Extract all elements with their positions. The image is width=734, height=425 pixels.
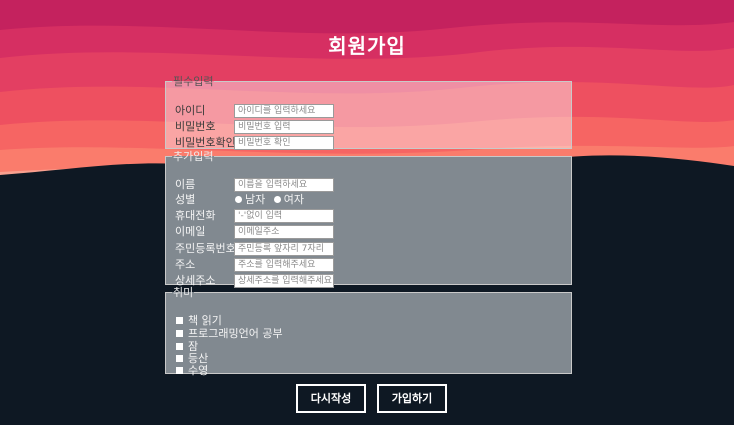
ssn-label: 주민등록번호 [175, 242, 236, 255]
gender-female-label[interactable]: 여자 [284, 193, 304, 206]
name-label: 이름 [175, 178, 196, 191]
submit-button[interactable]: 가입하기 [377, 384, 447, 413]
hobby-label: 프로그래밍언어 공부 [188, 327, 283, 340]
hobby-item-programming[interactable]: 프로그래밍언어 공부 [176, 327, 283, 340]
ssn-input[interactable]: 주민등록 앞자리 7자리 [234, 242, 334, 256]
password-label: 비밀번호 [175, 120, 216, 133]
user-id-input[interactable]: 아이디를 입력하세요 [234, 104, 334, 118]
signup-page: 회원가입 필수입력 아이디 아이디를 입력하세요 비밀번호 비밀번호 입력 비밀… [0, 0, 734, 425]
name-input[interactable]: 이름을 입력하세요 [234, 178, 334, 192]
hobby-item-reading[interactable]: 책 읽기 [176, 314, 222, 327]
address-detail-input[interactable]: 상세주소를 입력해주세요 [234, 274, 334, 288]
user-id-label: 아이디 [175, 104, 206, 117]
password-confirm-label: 비밀번호확인 [175, 136, 236, 149]
phone-label: 휴대전화 [175, 209, 216, 222]
email-label: 이메일 [175, 225, 206, 238]
hobby-item-swimming[interactable]: 수영 [176, 364, 208, 377]
extra-info-legend: 추가입력 [173, 150, 214, 163]
gender-female-radio[interactable] [273, 196, 281, 203]
gender-radio-group: 남자 여자 [234, 193, 308, 207]
gender-male-label[interactable]: 남자 [245, 193, 265, 206]
address-input[interactable]: 주소를 입력해주세요 [234, 258, 334, 272]
reset-button[interactable]: 다시작성 [296, 384, 366, 413]
hobby-label: 수영 [188, 364, 209, 377]
gender-label: 성별 [175, 193, 196, 206]
hobby-legend: 취미 [173, 286, 194, 299]
required-info-legend: 필수입력 [173, 75, 214, 88]
address-label: 주소 [175, 258, 196, 271]
required-info-fieldset: 필수입력 아이디 아이디를 입력하세요 비밀번호 비밀번호 입력 비밀번호확인 … [165, 75, 572, 150]
checkbox[interactable] [176, 367, 183, 374]
hobby-fieldset: 취미 책 읽기 프로그래밍언어 공부 잠 등산 수영 [165, 286, 572, 377]
checkbox[interactable] [176, 343, 183, 350]
password-confirm-input[interactable]: 비밀번호 확인 [234, 136, 334, 150]
checkbox[interactable] [176, 355, 183, 362]
phone-input[interactable]: '-'없이 입력 [234, 209, 334, 223]
hobby-label: 책 읽기 [188, 314, 222, 327]
gender-male-radio[interactable] [235, 196, 242, 203]
password-input[interactable]: 비밀번호 입력 [234, 120, 334, 134]
page-title: 회원가입 [328, 34, 406, 58]
checkbox[interactable] [176, 330, 183, 337]
extra-info-fieldset: 추가입력 이름 이름을 입력하세요 성별 남자 여자 휴대전화 '-'없이 입력… [165, 150, 572, 288]
email-input[interactable]: 이메일주소 [234, 225, 334, 239]
checkbox[interactable] [176, 317, 183, 324]
